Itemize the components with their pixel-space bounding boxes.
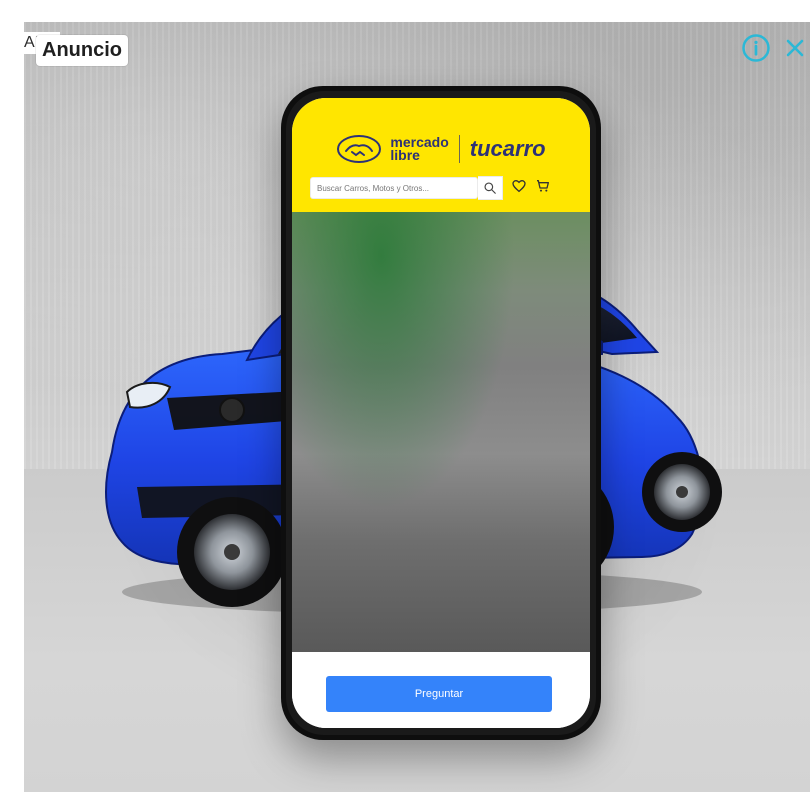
search-input[interactable]: Buscar Carros, Motos y Otros... — [310, 177, 478, 199]
search-row: Buscar Carros, Motos y Otros... — [310, 176, 572, 200]
phone-mockup: mercado libre tucarro Buscar Carros, Mot… — [281, 86, 601, 740]
close-icon — [786, 39, 804, 57]
listing-photo — [292, 212, 590, 652]
tucarro-tu: tu — [469, 136, 491, 161]
search-button[interactable] — [478, 176, 503, 200]
tucarro-carro: carro — [490, 136, 546, 161]
ad-creative[interactable]: mercado libre tucarro Buscar Carros, Mot… — [24, 22, 810, 792]
tucarro-logo: tucarro — [470, 136, 546, 162]
libre-word: libre — [390, 147, 420, 163]
info-icon — [742, 34, 770, 62]
search-placeholder: Buscar Carros, Motos y Otros... — [317, 183, 430, 193]
mercadolibre-handshake-icon — [337, 135, 382, 163]
search-icon — [484, 182, 496, 194]
preguntar-button[interactable]: Preguntar — [326, 676, 552, 712]
rear-wheel-far — [642, 452, 722, 532]
mercadolibre-wordmark: mercado libre — [390, 135, 448, 163]
adchoices-info-button[interactable] — [738, 30, 774, 66]
anuncio-tag: Anuncio — [36, 35, 128, 66]
brand-row: mercado libre tucarro — [292, 124, 590, 174]
brand-divider — [458, 135, 460, 163]
app-header: mercado libre tucarro Buscar Carros, Mot… — [292, 98, 590, 212]
cart-button[interactable] — [535, 178, 551, 199]
heart-icon — [512, 179, 526, 192]
close-ad-button[interactable] — [781, 30, 809, 66]
mercadolibre-logo: mercado libre — [336, 134, 449, 164]
phone-screen: mercado libre tucarro Buscar Carros, Mot… — [292, 98, 590, 728]
front-wheel — [177, 497, 287, 607]
cart-icon — [537, 179, 549, 192]
favorites-button[interactable] — [511, 178, 527, 199]
